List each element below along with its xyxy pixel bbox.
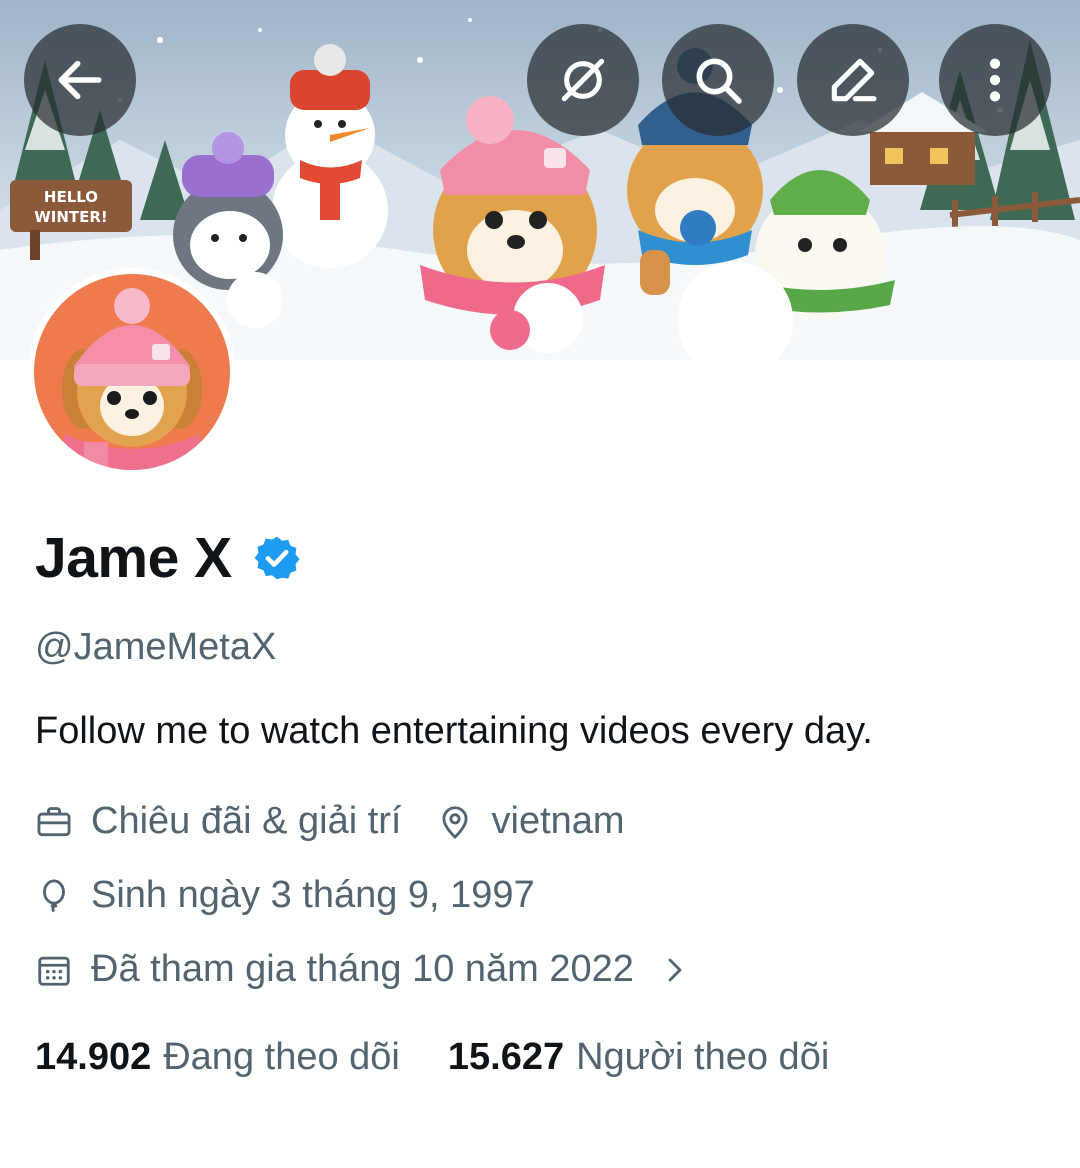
followers-count: 15.627: [447, 1036, 565, 1078]
profile-birthday: Sinh ngày 3 tháng 9, 1997: [91, 874, 535, 916]
grok-icon: [561, 58, 605, 102]
display-name-row: Jame X: [35, 520, 302, 596]
back-button[interactable]: [24, 24, 136, 136]
chevron-right-icon: [668, 958, 682, 981]
user-handle: @JameMetaX: [35, 626, 277, 668]
svg-text:HELLO: HELLO: [44, 188, 98, 206]
following-label: Đang theo dõi: [163, 1036, 400, 1078]
profile-bio: Follow me to watch entertaining videos e…: [35, 710, 873, 752]
followers-label: Người theo dõi: [576, 1036, 830, 1078]
verified-badge-icon[interactable]: [252, 533, 302, 583]
following-link[interactable]: 14.902 Đang theo dõi: [35, 1036, 400, 1079]
profile-category: Chiêu đãi & giải trí: [91, 800, 402, 842]
pencil-icon: [831, 58, 877, 102]
following-count: 14.902: [35, 1036, 152, 1078]
grok-button[interactable]: [527, 24, 639, 136]
profile-meta-joined[interactable]: Đã tham gia tháng 10 năm 2022: [35, 948, 690, 991]
profile-joined-date: Đã tham gia tháng 10 năm 2022: [91, 948, 634, 990]
profile-meta-category-location: Chiêu đãi & giải trí vietnam: [35, 800, 625, 843]
profile-avatar[interactable]: [28, 268, 236, 476]
location-pin-icon: [441, 805, 468, 839]
edit-button[interactable]: [797, 24, 909, 136]
search-button[interactable]: [662, 24, 774, 136]
more-vertical-icon: [989, 58, 1001, 102]
search-icon: [696, 58, 742, 104]
arrow-left-icon: [58, 60, 102, 100]
briefcase-icon: [37, 806, 71, 836]
balloon-icon: [43, 879, 65, 913]
avatar-image: [34, 274, 230, 470]
profile-meta-birthday: Sinh ngày 3 tháng 9, 1997: [35, 874, 535, 917]
svg-text:WINTER!: WINTER!: [34, 208, 108, 226]
display-name: Jame X: [35, 526, 232, 590]
profile-location: vietnam: [491, 800, 625, 842]
calendar-icon: [38, 956, 70, 986]
follow-stats: 14.902 Đang theo dõi 15.627 Người theo dõi: [35, 1036, 829, 1079]
more-button[interactable]: [939, 24, 1051, 136]
followers-link[interactable]: 15.627 Người theo dõi: [448, 1036, 829, 1079]
